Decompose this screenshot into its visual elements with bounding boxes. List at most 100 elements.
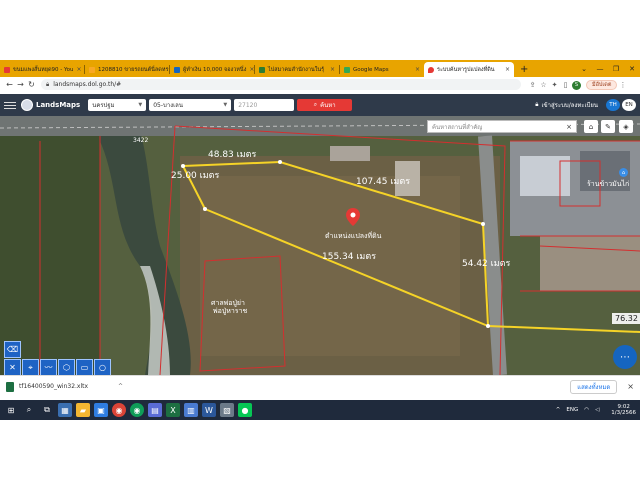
tab-6-active[interactable]: ระบบค้นหารูปแปลงที่ดิน × bbox=[424, 62, 514, 77]
app-icon[interactable]: ▤ bbox=[148, 403, 162, 417]
store-icon[interactable]: ▣ bbox=[94, 403, 108, 417]
close-window-icon[interactable]: ✕ bbox=[624, 65, 640, 73]
hamburger-menu-icon[interactable] bbox=[4, 101, 16, 109]
tab-3-label: ผู้ทำเงิน 10,000 จองวหนึ่ง bbox=[183, 66, 247, 73]
close-download-bar-icon[interactable]: × bbox=[627, 382, 634, 391]
logo-text: LandsMaps bbox=[36, 101, 81, 109]
clock-date: 1/3/2566 bbox=[611, 410, 636, 416]
district-value: 05-บางเลน bbox=[153, 102, 183, 109]
close-icon[interactable]: × bbox=[327, 66, 335, 73]
measurement-label: 107.45 เมตร bbox=[356, 177, 411, 187]
polyline-tool-icon[interactable]: 〰 bbox=[40, 359, 57, 375]
rectangle-tool-icon[interactable]: ▭ bbox=[76, 359, 93, 375]
google-maps-icon bbox=[344, 66, 350, 73]
browser-tab-bar: ขนมแพงสั้นหยุด90 - You × 1208810 ขายรถยน… bbox=[0, 60, 640, 77]
language-indicator[interactable]: ENG bbox=[566, 407, 578, 413]
tab-4-label: ไปสมาคมสำนักงานในรุ้ bbox=[268, 66, 325, 73]
reload-icon[interactable]: ↻ bbox=[26, 80, 37, 89]
chevron-up-icon[interactable]: ^ bbox=[556, 407, 561, 413]
parcel-number-input[interactable]: 27120 bbox=[234, 99, 295, 111]
clear-icon[interactable]: × bbox=[566, 123, 572, 131]
chevron-down-icon[interactable]: ⌄ bbox=[576, 65, 592, 73]
avatar[interactable]: S bbox=[571, 80, 582, 90]
login-link[interactable]: 🔒︎ เข้าสู่ระบบ/ลงทะเบียน bbox=[535, 100, 598, 110]
star-icon[interactable]: ☆ bbox=[538, 81, 549, 89]
screen: ขนมแพงสั้นหยุด90 - You × 1208810 ขายรถยน… bbox=[0, 0, 640, 480]
tab-3[interactable]: ผู้ทำเงิน 10,000 จองวหนึ่ง × bbox=[170, 62, 254, 77]
back-icon[interactable]: ← bbox=[4, 80, 15, 89]
widgets-icon[interactable]: ▦ bbox=[58, 403, 72, 417]
new-tab-button[interactable]: + bbox=[514, 62, 534, 77]
chevron-down-icon: ▼ bbox=[138, 102, 143, 108]
window-controls: ⌄ — ❐ ✕ bbox=[576, 60, 640, 77]
restaurant-pin-icon[interactable]: ⌂ bbox=[619, 168, 628, 177]
tab-4[interactable]: ไปสมาคมสำนักงานในรุ้ × bbox=[255, 62, 339, 77]
more-menu-icon[interactable]: ⋮ bbox=[617, 81, 628, 89]
volume-icon[interactable]: ◁ bbox=[595, 407, 599, 413]
close-icon[interactable]: × bbox=[246, 66, 254, 73]
district-select[interactable]: 05-บางเลน ▼ bbox=[149, 99, 232, 111]
lock-icon: 🔒︎ bbox=[46, 80, 50, 88]
province-value: นครปฐม bbox=[92, 102, 115, 109]
extension-icon[interactable]: ✦ bbox=[549, 81, 560, 89]
polygon-tool-icon[interactable]: ⬡ bbox=[58, 359, 75, 375]
search-button-label: ค้นหา bbox=[320, 102, 336, 109]
circle-tool-icon[interactable]: ○ bbox=[94, 359, 111, 375]
location-pin-icon bbox=[428, 66, 434, 73]
measurement-label: 155.34 เมตร bbox=[322, 252, 377, 262]
measure-icon[interactable]: ✎ bbox=[601, 120, 615, 133]
place-search-input[interactable]: ค้นหาสถานที่สำคัญ × bbox=[427, 120, 577, 133]
windows-taskbar: ⊞ ⌕ ⧉ ▦ ▰ ▣ ◉ ◉ ▤ X ▥ W ▧ ● ^ ENG ◠ ◁ 9:… bbox=[0, 400, 640, 420]
search-button[interactable]: ⌕ ค้นหา bbox=[297, 99, 353, 111]
chrome-profile-icon[interactable]: ◉ bbox=[130, 403, 144, 417]
close-tool-icon[interactable]: ✕ bbox=[4, 359, 21, 375]
sidebar-icon[interactable]: ▯ bbox=[560, 81, 571, 89]
home-icon[interactable]: ⌂ bbox=[584, 120, 598, 133]
chevron-up-icon[interactable]: ^ bbox=[118, 383, 123, 390]
show-all-button[interactable]: แสดงทั้งหมด bbox=[570, 379, 618, 394]
lang-th-button[interactable]: TH bbox=[606, 99, 620, 111]
search-icon[interactable]: ⌕ bbox=[22, 403, 36, 417]
tab-5[interactable]: Google Maps × bbox=[340, 62, 424, 77]
windows-start-icon[interactable]: ⊞ bbox=[4, 403, 18, 417]
word-icon[interactable]: W bbox=[202, 403, 216, 417]
measurement-label: 54.42 เมตร bbox=[462, 259, 511, 269]
excel-icon[interactable]: X bbox=[166, 403, 180, 417]
close-icon[interactable]: × bbox=[412, 66, 420, 73]
clock[interactable]: 9:02 1/3/2566 bbox=[605, 404, 636, 416]
forward-icon[interactable]: → bbox=[15, 80, 26, 89]
measurement-label: 76.32 bbox=[612, 313, 640, 324]
youtube-icon bbox=[4, 66, 10, 73]
pin-tool-icon[interactable]: ⌖ bbox=[22, 359, 39, 375]
wifi-icon[interactable]: ◠ bbox=[584, 407, 589, 413]
close-icon[interactable]: × bbox=[74, 66, 82, 73]
task-view-icon[interactable]: ⧉ bbox=[40, 403, 54, 417]
minimize-icon[interactable]: — bbox=[592, 65, 608, 73]
eraser-tool-icon[interactable]: ⌫ bbox=[4, 341, 21, 358]
chrome-icon[interactable]: ◉ bbox=[112, 403, 126, 417]
tab-1[interactable]: ขนมแพงสั้นหยุด90 - You × bbox=[0, 62, 84, 77]
tab-2[interactable]: 1208810 ขายรถยนต์นี่ลดหรา × bbox=[85, 62, 169, 77]
app-icon[interactable]: ▥ bbox=[184, 403, 198, 417]
file-explorer-icon[interactable]: ▰ bbox=[76, 403, 90, 417]
layers-icon[interactable]: ◈ bbox=[619, 120, 633, 133]
province-select[interactable]: นครปฐม ▼ bbox=[88, 99, 147, 111]
share-icon[interactable]: ⇪ bbox=[527, 81, 538, 89]
parcel-marker-icon[interactable] bbox=[346, 208, 360, 226]
update-button[interactable]: มีอัปเดต bbox=[586, 79, 618, 90]
more-options-button[interactable]: ⋯ bbox=[613, 345, 637, 369]
login-label: เข้าสู่ระบบ/ลงทะเบียน bbox=[541, 102, 598, 109]
map-canvas[interactable]: 3422 48.83 เมตร 25.00 เมตร 107.45 เมตร 1… bbox=[0, 116, 640, 375]
landsmaps-logo: LandsMaps bbox=[21, 99, 80, 111]
lang-en-button[interactable]: EN bbox=[622, 99, 636, 111]
close-icon[interactable]: × bbox=[502, 66, 510, 73]
tab-2-label: 1208810 ขายรถยนต์นี่ลดหรา bbox=[98, 66, 169, 73]
system-tray: ^ ENG ◠ ◁ 9:02 1/3/2566 bbox=[550, 404, 636, 416]
place-search-placeholder: ค้นหาสถานที่สำคัญ bbox=[432, 123, 483, 131]
app-icon[interactable]: ▧ bbox=[220, 403, 234, 417]
measurement-label: 25.00 เมตร bbox=[171, 171, 220, 181]
maximize-icon[interactable]: ❐ bbox=[608, 65, 624, 73]
url-input[interactable]: 🔒︎ landsmaps.dol.go.th/# bbox=[41, 79, 521, 90]
download-item[interactable]: tf16400590_win32.xltx ^ bbox=[6, 381, 123, 392]
line-icon[interactable]: ● bbox=[238, 403, 252, 417]
